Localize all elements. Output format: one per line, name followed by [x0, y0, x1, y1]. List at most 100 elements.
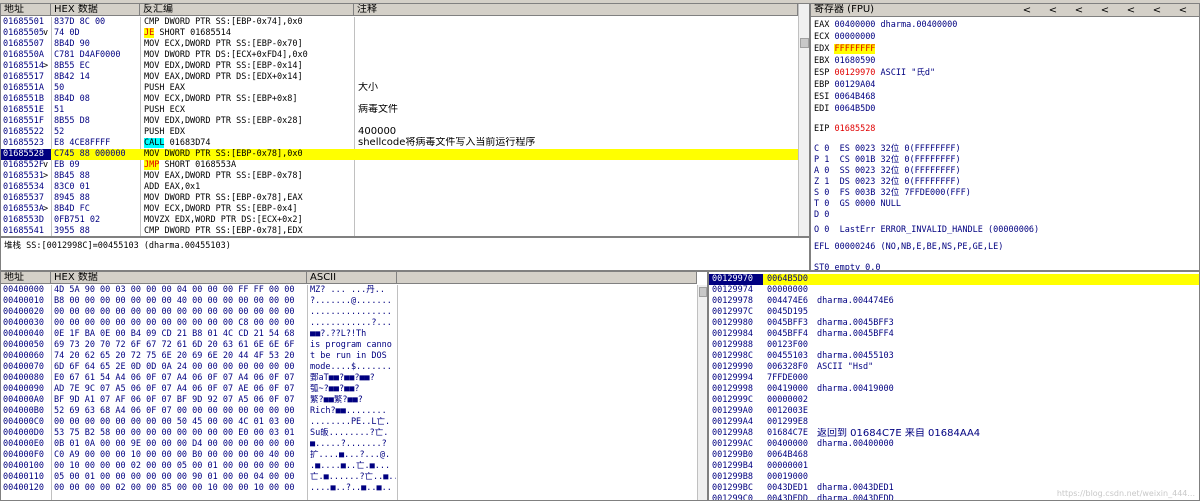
stack-row[interactable]: 001299A0 0012003E — [709, 406, 1199, 417]
dump-header-hex[interactable]: HEX 数据 — [51, 272, 307, 284]
disasm-row[interactable]: 0168551A 50 PUSH EAX 大小 — [1, 82, 798, 94]
disasm-row[interactable]: 01685528 C745 88 000000 MOV DWORD PTR SS:[… — [1, 149, 798, 160]
dump-row[interactable]: 00400010 B8 00 00 00 00 00 00 00 40 00 00… — [1, 296, 697, 307]
dump-row[interactable]: 00400120 00 00 00 00 02 00 00 85 00 00 10… — [1, 483, 697, 494]
register-eip[interactable]: EIP 01685528 — [814, 123, 875, 136]
stack-row[interactable]: 00129974 00000000 — [709, 285, 1199, 296]
disasm-row[interactable]: 01685507 8B4D 90 MOV ECX,DWORD PTR SS:[EBP… — [1, 39, 798, 50]
dump-row[interactable]: 00400020 00 00 00 00 00 00 00 00 00 00 00… — [1, 307, 697, 318]
disasm-row[interactable]: 01685523 E8 4CE8FFFF CALL 01683D74 shellcod… — [1, 137, 798, 149]
flag-segment-row[interactable]: O 0 LastErr ERROR_INVALID_HANDLE (000000… — [814, 224, 1039, 237]
disasm-row[interactable]: 0168552F v EB 09 JMP SHORT 0168553A — [1, 160, 798, 171]
stack-pane[interactable]: 00129970 0064B5D0 00129974 00000000 00129978… — [708, 271, 1200, 501]
eflags-row[interactable]: EFL 00000246 (NO,NB,E,BE,NS,PE,GE,LE) — [814, 241, 1003, 254]
disasm-instruction: MOVZX EDX,WORD PTR DS:[ECX+0x2] — [144, 215, 303, 225]
dump-row[interactable]: 00400000 4D 5A 90 00 03 00 00 00 04 00 00… — [1, 285, 697, 296]
stack-row[interactable]: 0012998C 00455103 dharma.00455103 — [709, 351, 1199, 362]
dump-rows[interactable]: 00400000 4D 5A 90 00 03 00 00 00 04 00 00… — [1, 285, 697, 500]
disasm-row[interactable]: 0168551E 51 PUSH ECX 病毒文件 — [1, 104, 798, 116]
dump-row[interactable]: 00400040 0E 1F BA 0E 00 B4 09 CD 21 B8 01… — [1, 329, 697, 340]
stack-row[interactable]: 00129970 0064B5D0 — [709, 274, 1199, 285]
dump-row[interactable]: 00400080 E0 67 61 54 A4 06 0F 07 A4 06 0F… — [1, 373, 697, 384]
dump-row[interactable]: 004000E0 0B 01 0A 00 00 9E 00 00 00 D4 00… — [1, 439, 697, 450]
register-value[interactable]: 00000000 — [834, 32, 875, 42]
dump-row[interactable]: 004000C0 00 00 00 00 00 00 00 00 50 45 00… — [1, 417, 697, 428]
register-nav-left-button[interactable]: < — [1047, 6, 1059, 16]
disasm-address: 01685517 — [3, 72, 44, 82]
stack-address: 00129994 — [712, 373, 753, 383]
flag-segment-row[interactable]: D 0 — [814, 209, 829, 222]
register-value[interactable]: 01685528 — [834, 124, 875, 134]
dump-row[interactable]: 00400050 69 73 20 70 72 6F 67 72 61 6D 20… — [1, 340, 697, 351]
register-nav-left-button[interactable]: < — [1151, 6, 1163, 16]
dump-scrollbar-thumb[interactable] — [699, 287, 707, 297]
stack-row[interactable]: 00129998 00419000 dharma.00419000 — [709, 384, 1199, 395]
stack-row[interactable]: 00129980 0045BFF3 dharma.0045BFF3 — [709, 318, 1199, 329]
stack-row[interactable]: 00129984 0045BFF4 dharma.0045BFF4 — [709, 329, 1199, 340]
dump-row[interactable]: 004000B0 52 69 63 68 A4 06 0F 07 00 00 00… — [1, 406, 697, 417]
stack-row[interactable]: 001299A4 001299E8 — [709, 417, 1199, 428]
register-value[interactable]: 00129970 — [834, 68, 875, 78]
disasm-header-address[interactable]: 地址 — [1, 4, 51, 16]
dump-row[interactable]: 004000D0 53 75 B2 58 00 00 00 00 00 00 00… — [1, 428, 697, 439]
register-value[interactable]: 01680590 — [834, 56, 875, 66]
dump-row[interactable]: 00400110 05 00 01 00 00 00 00 00 00 90 01… — [1, 472, 697, 483]
disasm-header-comment[interactable]: 注释 — [354, 4, 798, 16]
disasm-row[interactable]: 01685505 v 74 0D JE SHORT 01685514 — [1, 28, 798, 39]
dump-row[interactable]: 00400070 6D 6F 64 65 2E 0D 0D 0A 24 00 00… — [1, 362, 697, 373]
stack-rows[interactable]: 00129970 0064B5D0 00129974 00000000 00129978… — [709, 274, 1199, 500]
stack-row[interactable]: 001299A8 01684C7E 返回到 01684C7E 来自 01684AA4 — [709, 428, 1199, 439]
stack-row[interactable]: 0012999C 00000002 — [709, 395, 1199, 406]
stack-row[interactable]: 001299B0 0064B468 — [709, 450, 1199, 461]
fpu-register-row[interactable]: ST0 empty 0.0 — [814, 262, 881, 270]
disassembly-pane[interactable]: 地址 HEX 数据 反汇编 注释 01685501 837D 8C 00 CMP D… — [0, 3, 810, 237]
dump-scrollbar[interactable] — [697, 285, 707, 500]
dump-row[interactable]: 00400030 00 00 00 00 00 00 00 00 00 00 00… — [1, 318, 697, 329]
stack-row[interactable]: 00129990 006328F0 ASCII "Hsd" — [709, 362, 1199, 373]
dump-pane[interactable]: 地址 HEX 数据 ASCII 00400000 4D 5A 90 00 03 0… — [0, 271, 708, 501]
register-nav-left-button[interactable]: < — [1099, 6, 1111, 16]
disasm-header-hex[interactable]: HEX 数据 — [51, 4, 140, 16]
dump-header-ascii[interactable]: ASCII — [307, 272, 397, 284]
dump-row[interactable]: 004000F0 C0 A9 00 00 00 10 00 00 00 B0 00… — [1, 450, 697, 461]
register-value[interactable]: 00129A04 — [834, 80, 875, 90]
disasm-row[interactable]: 01685501 837D 8C 00 CMP DWORD PTR SS:[EBP-… — [1, 17, 798, 28]
disasm-header-asm[interactable]: 反汇编 — [140, 4, 354, 16]
dump-ascii: t be run in DOS — [310, 351, 392, 361]
stack-address: 00129970 — [709, 274, 763, 285]
disasm-row[interactable]: 01685541 3955 88 CMP DWORD PTR SS:[EBP-0x7… — [1, 226, 798, 236]
dump-header-address[interactable]: 地址 — [1, 272, 51, 284]
stack-row[interactable]: 001299B8 00019000 — [709, 472, 1199, 483]
register-value[interactable]: 0064B5D0 — [834, 104, 875, 114]
registers-pane[interactable]: 寄存器 (FPU) < < < < < < < EAX 00400000 dharma.00… — [810, 3, 1200, 271]
disasm-rows[interactable]: 01685501 837D 8C 00 CMP DWORD PTR SS:[EBP-… — [1, 17, 798, 236]
register-nav-left-button[interactable]: < — [1125, 6, 1137, 16]
stack-row[interactable]: 00129994 7FFDE000 — [709, 373, 1199, 384]
stack-row[interactable]: 001299AC 00400000 dharma.00400000 — [709, 439, 1199, 450]
register-value[interactable]: 0064B468 — [834, 92, 875, 102]
register-value[interactable]: 00400000 — [834, 20, 875, 30]
disasm-row[interactable]: 01685534 83C0 01 ADD EAX,0x1 — [1, 182, 798, 193]
stack-row[interactable]: 00129988 00123F00 — [709, 340, 1199, 351]
disasm-scrollbar[interactable] — [798, 4, 809, 236]
disasm-instruction: MOV ECX,DWORD PTR SS:[EBP-0x70] — [144, 39, 303, 49]
stack-row[interactable]: 00129978 004474E6 dharma.004474E6 — [709, 296, 1199, 307]
disasm-row[interactable]: 01685514 >8B55 EC MOV EDX,DWORD PTR SS:[EB… — [1, 61, 798, 72]
disasm-row[interactable]: 01685531 >8B45 88 MOV EAX,DWORD PTR SS:[EB… — [1, 171, 798, 182]
dump-row[interactable]: 00400100 00 10 00 00 00 02 00 00 05 00 01… — [1, 461, 697, 472]
dump-row[interactable]: 00400060 74 20 62 65 20 72 75 6E 20 69 6E… — [1, 351, 697, 362]
register-value[interactable]: FFFFFFFF — [834, 44, 876, 54]
dump-row[interactable]: 00400090 AD 7E 9C 07 A5 06 0F 07 A4 06 0F… — [1, 384, 697, 395]
disasm-row[interactable]: 01685537 8945 88 MOV DWORD PTR SS:[EBP-0x7… — [1, 193, 798, 204]
disasm-row[interactable]: 0168553D 0FB751 02 MOVZX EDX,WORD PTR DS:[… — [1, 215, 798, 226]
stack-row[interactable]: 001299B4 00000001 — [709, 461, 1199, 472]
dump-row[interactable]: 004000A0 BF 9D A1 07 AF 06 0F 07 BF 9D 92… — [1, 395, 697, 406]
stack-row[interactable]: 0012997C 0045D195 — [709, 307, 1199, 318]
register-nav-left-button[interactable]: < — [1073, 6, 1085, 16]
register-nav-left-button[interactable]: < — [1021, 6, 1033, 16]
disasm-row[interactable]: 0168553A >8B4D FC MOV ECX,DWORD PTR SS:[EB… — [1, 204, 798, 215]
register-nav-left-button[interactable]: < — [1177, 6, 1189, 16]
disasm-scrollbar-thumb[interactable] — [800, 38, 809, 48]
register-edi[interactable]: EDI 0064B5D0 — [814, 103, 875, 116]
disasm-row[interactable]: 0168550A C781 D4AF0000 MOV DWORD PTR DS:[E… — [1, 50, 798, 61]
